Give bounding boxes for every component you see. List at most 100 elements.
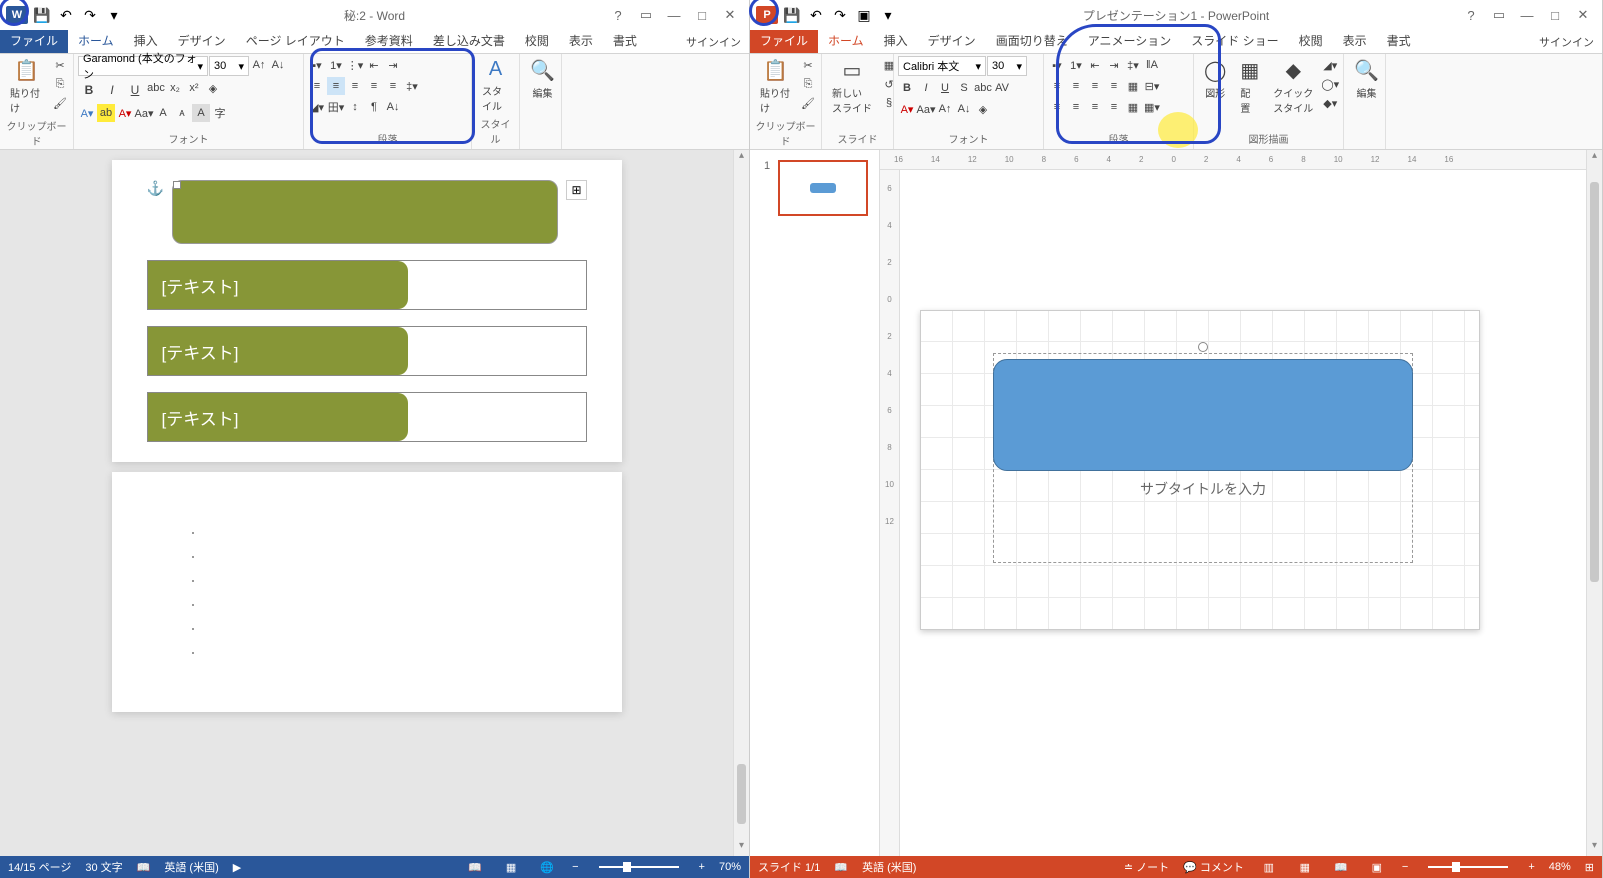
paste-button[interactable]: 📋貼り付け bbox=[4, 56, 49, 117]
text-direction-icon[interactable]: ‖A bbox=[1143, 56, 1161, 74]
minimize-icon[interactable]: — bbox=[663, 5, 685, 25]
superscript-icon[interactable]: x² bbox=[185, 79, 203, 97]
italic-icon[interactable]: I bbox=[101, 79, 123, 101]
spell-check-icon[interactable]: 📖 bbox=[834, 861, 848, 874]
web-layout-icon[interactable]: 🌐 bbox=[536, 858, 558, 876]
shape-outline-icon[interactable]: ◯▾ bbox=[1321, 75, 1339, 93]
tab-file[interactable]: ファイル bbox=[750, 30, 818, 53]
close-icon[interactable]: ✕ bbox=[1572, 5, 1594, 25]
zoom-in-icon[interactable]: + bbox=[699, 861, 705, 873]
strike-icon[interactable]: abc bbox=[974, 79, 992, 97]
clear-format-icon[interactable]: ◈ bbox=[204, 79, 222, 97]
align-left-icon[interactable]: ≡ bbox=[1048, 77, 1066, 95]
close-icon[interactable]: ✕ bbox=[719, 5, 741, 25]
align-center2-icon[interactable]: ≡ bbox=[1067, 98, 1085, 116]
borders-icon[interactable]: 田▾ bbox=[327, 98, 345, 116]
help-icon[interactable]: ? bbox=[607, 5, 629, 25]
qat-more-icon[interactable]: ▾ bbox=[104, 5, 124, 25]
blue-rounded-shape[interactable] bbox=[993, 359, 1413, 471]
copy-icon[interactable]: ⎘ bbox=[799, 75, 817, 93]
qat-more-icon[interactable]: ▾ bbox=[878, 5, 898, 25]
highlight-icon[interactable]: ab bbox=[97, 104, 115, 122]
font-size-select[interactable]: 30▾ bbox=[209, 56, 249, 76]
bullets-icon[interactable]: ▪▾ bbox=[1048, 56, 1066, 74]
paste-button[interactable]: 📋貼り付け bbox=[754, 56, 797, 117]
columns2-icon[interactable]: ▦ bbox=[1124, 98, 1142, 116]
undo-icon[interactable]: ↶ bbox=[806, 5, 826, 25]
shape-fill-icon[interactable]: ◢▾ bbox=[1321, 56, 1339, 74]
cut-icon[interactable]: ✂ bbox=[51, 56, 69, 74]
scroll-down-icon[interactable]: ▾ bbox=[734, 840, 749, 856]
sorter-view-icon[interactable]: ▦ bbox=[1294, 858, 1316, 876]
font-size-select[interactable]: 30▾ bbox=[987, 56, 1027, 76]
tab-insert[interactable]: 挿入 bbox=[874, 30, 918, 53]
fit-to-window-icon[interactable]: ⊞ bbox=[1585, 861, 1594, 874]
decrease-indent-icon[interactable]: ⇤ bbox=[365, 56, 383, 74]
tab-animations[interactable]: アニメーション bbox=[1078, 30, 1182, 53]
justify-icon[interactable]: ≡ bbox=[1105, 77, 1123, 95]
underline-icon[interactable]: U bbox=[124, 79, 146, 101]
underline-icon[interactable]: U bbox=[936, 79, 954, 97]
change-case-icon[interactable]: Aa▾ bbox=[917, 100, 935, 118]
zoom-in-icon[interactable]: + bbox=[1528, 861, 1534, 873]
tab-review[interactable]: 校閲 bbox=[515, 30, 559, 53]
increase-indent-icon[interactable]: ⇥ bbox=[1105, 56, 1123, 74]
scroll-thumb[interactable] bbox=[1590, 182, 1599, 582]
align-right-icon[interactable]: ≡ bbox=[346, 77, 364, 95]
sort-icon[interactable]: ↕ bbox=[346, 98, 364, 116]
format-painter-icon[interactable]: 🖌 bbox=[799, 94, 817, 112]
spell-check-icon[interactable]: 📖 bbox=[137, 861, 151, 874]
format-painter-icon[interactable]: 🖌 bbox=[51, 94, 69, 112]
decrease-indent-icon[interactable]: ⇤ bbox=[1086, 56, 1104, 74]
reading-view-icon[interactable]: 📖 bbox=[1330, 858, 1352, 876]
quick-styles-button[interactable]: ◆クイック スタイル bbox=[1267, 56, 1319, 117]
font-color-icon[interactable]: A▾ bbox=[116, 104, 134, 122]
zoom-level[interactable]: 70% bbox=[719, 861, 741, 873]
shape-row-2[interactable]: [テキスト] bbox=[147, 326, 587, 376]
layout-options-icon[interactable]: ⊞ bbox=[566, 180, 586, 200]
notes-button[interactable]: ≐ ノート bbox=[1124, 859, 1169, 875]
slideshow-view-icon[interactable]: ▣ bbox=[1366, 858, 1388, 876]
tab-mailings[interactable]: 差し込み文書 bbox=[423, 30, 515, 53]
shape-effects-icon[interactable]: ◆▾ bbox=[1321, 94, 1339, 112]
tab-references[interactable]: 参考資料 bbox=[355, 30, 423, 53]
pages-container[interactable]: ⚓ ⊞ [テキスト] [テキスト] [テキスト] bbox=[0, 150, 733, 856]
align-right2-icon[interactable]: ≡ bbox=[1086, 98, 1104, 116]
grow-font-icon[interactable]: A↑ bbox=[936, 100, 954, 118]
normal-view-icon[interactable]: ▥ bbox=[1258, 858, 1280, 876]
scroll-up-icon[interactable]: ▴ bbox=[734, 150, 749, 166]
redo-icon[interactable]: ↷ bbox=[80, 5, 100, 25]
italic-icon[interactable]: I bbox=[917, 79, 935, 97]
char-spacing-icon[interactable]: AV bbox=[993, 79, 1011, 97]
bullets-icon[interactable]: ▪▾ bbox=[308, 56, 326, 74]
line-spacing-icon[interactable]: ‡▾ bbox=[1124, 56, 1142, 74]
subscript-icon[interactable]: x₂ bbox=[166, 79, 184, 97]
align-center-icon[interactable]: ≡ bbox=[1067, 77, 1085, 95]
header-shape-selected[interactable] bbox=[172, 180, 559, 244]
shapes-button[interactable]: ◯図形 bbox=[1198, 56, 1232, 102]
clear-format-icon[interactable]: ◈ bbox=[974, 100, 992, 118]
vertical-scrollbar[interactable]: ▴ ▾ bbox=[733, 150, 749, 856]
increase-font-icon[interactable]: A↑ bbox=[250, 56, 268, 74]
shadow-icon[interactable]: S bbox=[955, 79, 973, 97]
tab-view[interactable]: 表示 bbox=[1333, 30, 1377, 53]
vertical-scrollbar[interactable]: ▴ ▾ bbox=[1586, 150, 1602, 856]
font-name-select[interactable]: Calibri 本文▾ bbox=[898, 56, 986, 76]
vertical-ruler[interactable]: 642024681012 bbox=[880, 170, 900, 856]
increase-indent-icon[interactable]: ⇥ bbox=[384, 56, 402, 74]
zoom-level[interactable]: 48% bbox=[1549, 861, 1571, 873]
slide-thumbnails[interactable]: 1 bbox=[750, 150, 880, 856]
ribbon-options-icon[interactable]: ▭ bbox=[1488, 5, 1510, 25]
shrink-font-icon[interactable]: A↓ bbox=[955, 100, 973, 118]
numbering-icon[interactable]: 1▾ bbox=[1067, 56, 1085, 74]
tab-review[interactable]: 校閲 bbox=[1289, 30, 1333, 53]
shrink-font-icon[interactable]: ᴀ bbox=[173, 104, 191, 122]
editing-button[interactable]: 🔍編集 bbox=[1348, 56, 1385, 102]
align-center-icon[interactable]: ≡ bbox=[327, 77, 345, 95]
save-icon[interactable]: 💾 bbox=[32, 5, 52, 25]
start-show-icon[interactable]: ▣ bbox=[854, 5, 874, 25]
show-marks-icon[interactable]: ¶ bbox=[365, 98, 383, 116]
tab-view[interactable]: 表示 bbox=[559, 30, 603, 53]
arrange-button[interactable]: ▦配置 bbox=[1234, 56, 1265, 117]
convert-smartart-icon[interactable]: ▦▾ bbox=[1143, 98, 1161, 116]
